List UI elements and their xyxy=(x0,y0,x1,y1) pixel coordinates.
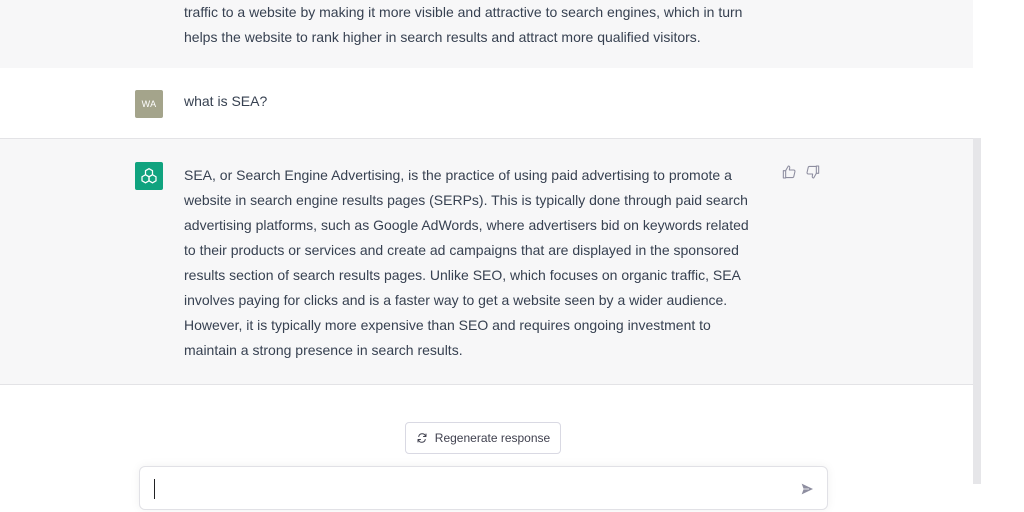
message-line: advertising platforms, such as Google Ad… xyxy=(184,217,749,233)
thumbs-up-icon[interactable] xyxy=(781,164,797,180)
message-line: what is SEA? xyxy=(184,93,268,109)
message-line: involves paying for clicks and is a fast… xyxy=(184,292,728,308)
regenerate-response-button[interactable]: Regenerate response xyxy=(405,422,561,454)
send-icon[interactable] xyxy=(799,481,815,497)
thumbs-down-icon[interactable] xyxy=(805,164,821,180)
regenerate-label: Regenerate response xyxy=(434,431,551,445)
message-input[interactable] xyxy=(139,466,828,510)
message-line: maintain a strong presence in search res… xyxy=(184,342,463,358)
feedback-buttons xyxy=(781,164,821,180)
user-message: WA what is SEA? xyxy=(0,68,973,139)
previous-assistant-message: traffic to a website by making it more v… xyxy=(0,0,973,69)
message-line: traffic to a website by making it more v… xyxy=(184,4,743,20)
openai-logo-icon xyxy=(135,162,163,190)
conversation-area: traffic to a website by making it more v… xyxy=(0,0,973,512)
message-line: However, it is typically more expensive … xyxy=(184,317,711,333)
scrollbar[interactable] xyxy=(973,138,981,484)
message-line: website in search engine results pages (… xyxy=(184,192,748,208)
refresh-icon xyxy=(417,433,427,443)
message-line: helps the website to rank higher in sear… xyxy=(184,29,701,45)
assistant-message: SEA, or Search Engine Advertising, is th… xyxy=(0,139,973,385)
chat-page: traffic to a website by making it more v… xyxy=(0,0,1024,512)
text-caret xyxy=(154,479,155,499)
user-avatar: WA xyxy=(135,90,163,118)
message-text: what is SEA? xyxy=(184,89,769,113)
message-text: SEA, or Search Engine Advertising, is th… xyxy=(184,163,769,363)
message-line: results section of search results pages.… xyxy=(184,267,741,283)
message-line: SEA, or Search Engine Advertising, is th… xyxy=(184,167,732,183)
message-text: traffic to a website by making it more v… xyxy=(184,0,769,50)
message-line: to their products or services and create… xyxy=(184,242,739,258)
